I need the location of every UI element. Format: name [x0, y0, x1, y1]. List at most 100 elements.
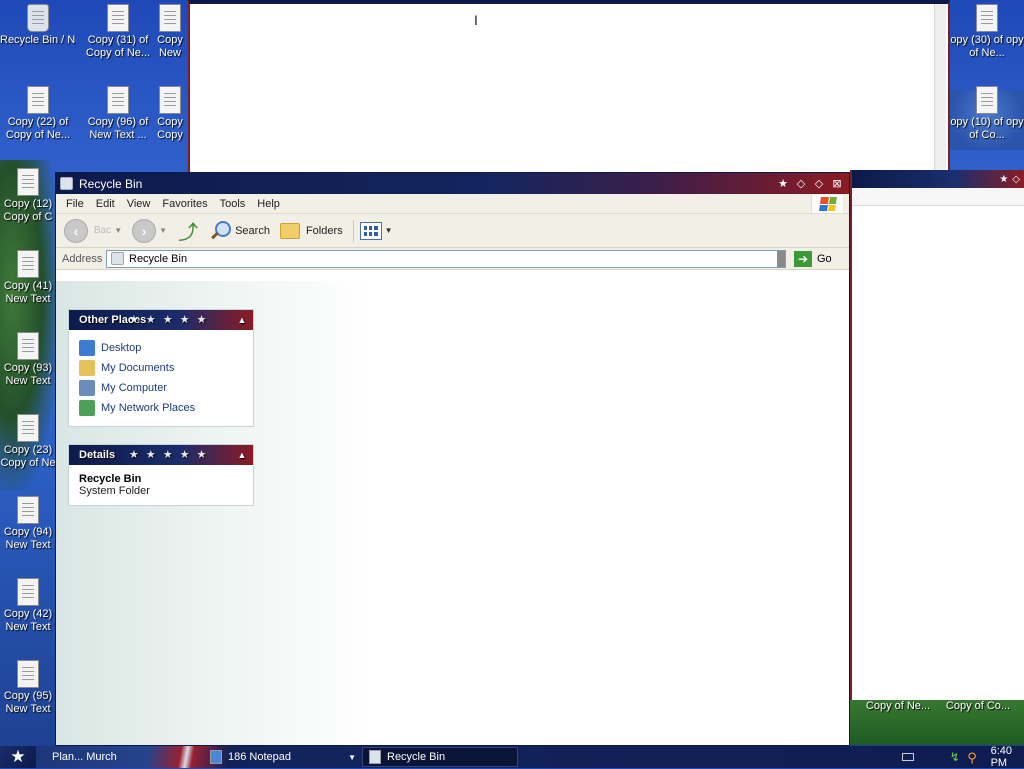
go-button[interactable]: ➔ Go — [794, 250, 832, 267]
desktop-icon-text-file[interactable]: Copy (41) New Text — [0, 250, 56, 306]
folders-label: Folders — [305, 224, 343, 237]
address-bar: Address Recycle Bin ➔ Go — [56, 248, 849, 270]
close-button[interactable]: ⊠ — [829, 177, 845, 191]
taskbar-item[interactable]: Plan... Murch — [46, 747, 196, 767]
place-my-network-places[interactable]: My Network Places — [79, 398, 243, 418]
place-my-documents[interactable]: My Documents — [79, 358, 243, 378]
search-button[interactable]: Search — [209, 220, 270, 242]
desktop-icon-text-file[interactable]: Copy (23) Copy of Ne — [0, 414, 56, 470]
text-file-icon — [17, 332, 39, 360]
stars-icon: ★ ★ ★ ★ ★ — [129, 314, 209, 326]
views-icon — [359, 221, 382, 240]
text-file-icon — [159, 86, 181, 114]
menu-favorites[interactable]: Favorites — [156, 198, 213, 210]
text-file-icon — [17, 250, 39, 278]
notepad-icon — [210, 750, 222, 764]
minimize-button[interactable]: ◇ — [793, 177, 809, 191]
address-value: Recycle Bin — [129, 252, 188, 265]
menu-bar: File Edit View Favorites Tools Help — [56, 194, 849, 214]
recycle-bin-icon — [369, 750, 381, 764]
back-button[interactable]: ‹ Bac ▼ — [64, 218, 122, 243]
star-icon: ★ — [999, 173, 1009, 185]
details-type: System Folder — [79, 485, 150, 497]
folders-button[interactable]: Folders — [279, 222, 343, 239]
menu-edit[interactable]: Edit — [90, 198, 121, 210]
recycle-bin-window[interactable]: Recycle Bin ★ ◇ ◇ ⊠ File Edit View Favor… — [55, 172, 850, 746]
window-title: Recycle Bin — [79, 176, 143, 191]
folder-up-icon: ⤴ — [178, 222, 199, 244]
text-cursor-icon: I — [474, 12, 478, 28]
folder-content-area[interactable]: Other Places ★ ★ ★ ★ ★ ▲ Desktop My Docu… — [56, 281, 849, 745]
collapse-icon[interactable]: ▲ — [235, 313, 249, 327]
taskbar-item-notepad[interactable]: 186 Notepad ▼ — [204, 747, 360, 767]
maximize-button[interactable]: ◇ — [811, 177, 827, 191]
other-places-header[interactable]: Other Places ★ ★ ★ ★ ★ ▲ — [69, 310, 253, 330]
menu-view[interactable]: View — [121, 198, 157, 210]
taskbar-item-recycle-bin[interactable]: Recycle Bin — [362, 747, 518, 767]
network-places-icon — [79, 400, 95, 416]
recycle-bin-icon — [60, 177, 73, 190]
minimize-icon[interactable]: ◇ — [1012, 174, 1020, 185]
place-label: My Network Places — [101, 402, 196, 414]
forward-arrow-icon: › — [132, 218, 157, 243]
address-input[interactable]: Recycle Bin — [106, 249, 786, 268]
window-toolbar — [852, 188, 1024, 206]
up-button[interactable]: ⤴ — [177, 220, 199, 244]
collapse-icon[interactable]: ▲ — [235, 448, 249, 462]
chevron-down-icon: ▼ — [348, 752, 356, 762]
desktop-icon-label[interactable]: Copy of Ne... — [858, 700, 938, 713]
place-label: My Documents — [101, 362, 175, 374]
desktop-icon-text-file[interactable]: opy (30) of opy of Ne... — [950, 4, 1024, 60]
windows-logo-icon — [811, 195, 843, 213]
desktop-icon-text-file[interactable]: Copy (42) New Text — [0, 578, 56, 634]
menu-help[interactable]: Help — [251, 198, 286, 210]
search-label: Search — [235, 224, 270, 237]
place-label: Desktop — [101, 342, 142, 354]
window-titlebar[interactable]: ★ ◇ — [852, 170, 1024, 188]
go-arrow-icon: ➔ — [794, 250, 812, 267]
desktop-icon-text-file[interactable]: Copy (96) of New Text ... — [80, 86, 156, 142]
desktop-icon-text-file[interactable]: Copy (95) New Text — [0, 660, 56, 716]
details-header[interactable]: Details ★ ★ ★ ★ ★ ▲ — [69, 445, 253, 465]
keyboard-icon[interactable] — [902, 753, 914, 761]
background-window[interactable]: ★ ◇ — [850, 170, 1024, 700]
other-places-panel: Other Places ★ ★ ★ ★ ★ ▲ Desktop My Docu… — [68, 309, 254, 427]
forward-button[interactable]: › ▼ — [132, 218, 168, 243]
recycle-bin-icon — [111, 252, 124, 265]
text-file-icon — [17, 660, 39, 688]
desktop-icon-text-file[interactable]: Copy (94) New Text — [0, 496, 56, 552]
desktop-icon-text-file[interactable]: Copy (93) New Text — [0, 332, 56, 388]
desktop-icon-text-file[interactable]: Copy (31) of Copy of Ne... — [80, 4, 156, 60]
start-button[interactable]: ★ — [0, 746, 36, 768]
address-dropdown-button[interactable] — [777, 250, 785, 267]
desktop-icon-text-file[interactable]: Copy Copy — [152, 86, 188, 142]
desktop-icon-text-file[interactable]: Copy (12) Copy of C — [0, 168, 56, 224]
taskbar: ★ Plan... Murch 186 Notepad ▼ Recycle Bi… — [0, 745, 1024, 769]
window-titlebar[interactable]: Recycle Bin ★ ◇ ◇ ⊠ — [56, 173, 849, 194]
chevron-down-icon: ▼ — [159, 226, 168, 235]
desktop-icon-label[interactable]: Copy of Co... — [938, 700, 1018, 713]
place-desktop[interactable]: Desktop — [79, 338, 243, 358]
folder-icon — [279, 222, 300, 239]
my-documents-icon — [79, 360, 95, 376]
menu-tools[interactable]: Tools — [214, 198, 252, 210]
desktop-icon-text-file[interactable]: Copy New — [152, 4, 188, 60]
system-tray: ↯ ⚲ 6:40 PM — [874, 745, 1024, 769]
address-label: Address — [62, 252, 103, 265]
my-computer-icon — [79, 380, 95, 396]
menu-file[interactable]: File — [60, 198, 90, 210]
back-label-icon: Bac — [94, 225, 112, 236]
text-file-icon — [17, 168, 39, 196]
search-icon[interactable]: ⚲ — [967, 750, 978, 765]
place-my-computer[interactable]: My Computer — [79, 378, 243, 398]
desktop-icon-recycle-bin[interactable]: Recycle Bin / New Text — [0, 4, 76, 47]
taskbar-item-label: 186 Notepad — [228, 751, 291, 763]
clock[interactable]: 6:40 PM — [991, 745, 1024, 769]
recycle-bin-icon — [27, 4, 49, 32]
desktop-icon-text-file[interactable]: opy (10) of opy of Co... — [950, 86, 1024, 142]
details-panel: Details ★ ★ ★ ★ ★ ▲ Recycle Bin System F… — [68, 444, 254, 506]
network-icon[interactable]: ↯ — [950, 750, 961, 764]
views-button[interactable]: ▼ — [359, 221, 393, 240]
desktop-icon-text-file[interactable]: Copy (22) of Copy of Ne... — [0, 86, 76, 142]
stars-icon: ★ ★ ★ ★ ★ — [129, 449, 209, 461]
